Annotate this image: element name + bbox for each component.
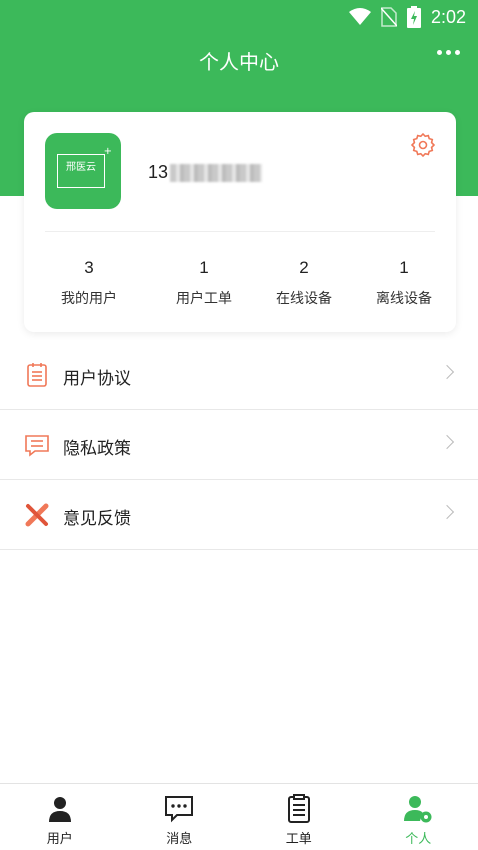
clipboard-icon bbox=[27, 363, 47, 387]
status-bar: 2:02 bbox=[0, 0, 478, 34]
stat-value: 3 bbox=[84, 258, 94, 277]
menu-label: 意见反馈 bbox=[63, 509, 131, 529]
phone-masked bbox=[170, 163, 263, 182]
stat-online-devices[interactable]: 2 在线设备 bbox=[254, 258, 354, 308]
status-time: 2:02 bbox=[430, 6, 466, 27]
chevron-right-icon bbox=[439, 504, 455, 520]
stat-label: 我的用户 bbox=[61, 291, 117, 307]
logo-text: 邢医云 bbox=[66, 162, 96, 173]
message-square-icon bbox=[25, 435, 49, 457]
app-logo: 邢医云 + bbox=[45, 133, 121, 209]
card-divider bbox=[45, 231, 435, 232]
menu-label: 用户协议 bbox=[63, 369, 131, 389]
menu-item-user-agreement[interactable]: 用户协议 bbox=[0, 340, 478, 410]
menu-label: 隐私政策 bbox=[63, 439, 131, 459]
phone-number: 13 bbox=[148, 162, 263, 183]
tab-messages[interactable]: 消息 bbox=[120, 784, 240, 850]
stat-value: 1 bbox=[399, 258, 409, 277]
stat-value: 2 bbox=[299, 258, 309, 277]
tab-tickets[interactable]: 工单 bbox=[239, 784, 359, 850]
settings-menu: 用户协议 隐私政策 意见反馈 bbox=[0, 340, 478, 550]
wifi-icon bbox=[348, 8, 371, 25]
document-icon bbox=[287, 794, 310, 823]
menu-item-privacy-policy[interactable]: 隐私政策 bbox=[0, 410, 478, 480]
stat-label: 离线设备 bbox=[376, 291, 432, 307]
bottom-tab-bar: 用户 消息 工单 个人 bbox=[0, 783, 478, 850]
tab-label: 工单 bbox=[285, 832, 312, 847]
battery-icon bbox=[406, 6, 421, 28]
page-title: 个人中心 bbox=[199, 50, 279, 74]
profile-card: 邢医云 + 13 3 我的用户 1 用户工单 2 在线设备 1 离线设备 bbox=[24, 112, 456, 332]
more-options-icon[interactable] bbox=[437, 50, 460, 55]
chevron-right-icon bbox=[439, 364, 455, 380]
stat-label: 在线设备 bbox=[276, 291, 332, 307]
gear-icon[interactable] bbox=[410, 132, 436, 158]
tools-icon bbox=[25, 503, 49, 527]
stat-offline-devices[interactable]: 1 离线设备 bbox=[354, 258, 454, 308]
stats-row: 3 我的用户 1 用户工单 2 在线设备 1 离线设备 bbox=[24, 258, 456, 308]
person-gear-icon bbox=[404, 796, 432, 823]
stat-my-users[interactable]: 3 我的用户 bbox=[24, 258, 154, 308]
tab-users[interactable]: 用户 bbox=[0, 784, 120, 850]
chat-icon bbox=[165, 796, 194, 823]
chevron-right-icon bbox=[439, 434, 455, 450]
tab-label: 消息 bbox=[166, 832, 193, 847]
tab-profile[interactable]: 个人 bbox=[359, 784, 478, 850]
stat-label: 用户工单 bbox=[176, 291, 232, 307]
phone-prefix: 13 bbox=[148, 162, 169, 182]
menu-item-feedback[interactable]: 意见反馈 bbox=[0, 480, 478, 550]
tab-label: 用户 bbox=[46, 832, 73, 847]
tab-label: 个人 bbox=[405, 832, 432, 847]
stat-value: 1 bbox=[199, 258, 209, 277]
person-icon bbox=[48, 797, 71, 822]
no-sim-icon bbox=[380, 7, 397, 27]
stat-user-tickets[interactable]: 1 用户工单 bbox=[154, 258, 254, 308]
